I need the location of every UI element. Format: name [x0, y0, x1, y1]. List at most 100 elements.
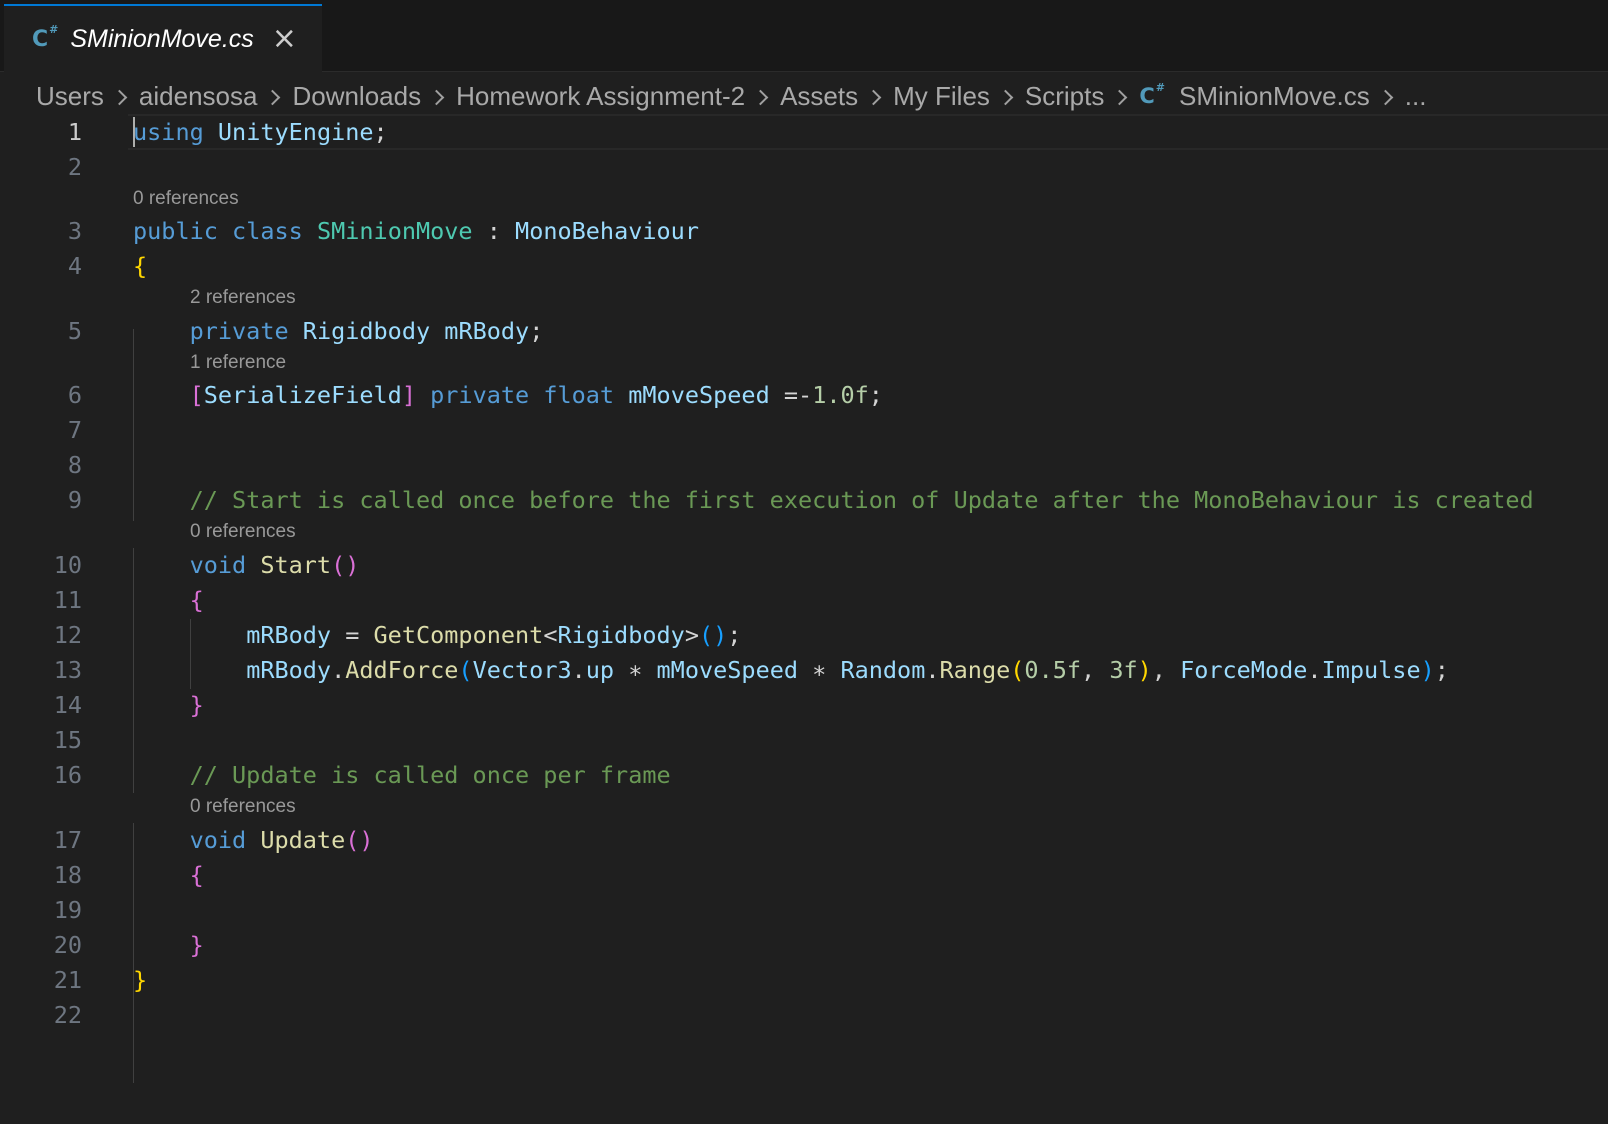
code-token: Random — [840, 656, 926, 684]
line-number: 14 — [53, 691, 82, 719]
line-code: void Update() — [133, 822, 374, 858]
line-code: mRBody = GetComponent<Rigidbody>(); — [133, 617, 741, 653]
code-token: ForceMode — [1180, 656, 1308, 684]
code-token: } — [133, 966, 148, 994]
code-token: ; — [1434, 656, 1449, 684]
line-number: 8 — [67, 451, 82, 479]
code-line: 5 private Rigidbody mRBody; — [0, 313, 1608, 349]
line-code: } — [133, 927, 204, 963]
line-number: 6 — [67, 381, 82, 409]
code-token: // Start is called once before the first… — [189, 486, 1534, 514]
code-token: ] — [401, 381, 416, 409]
code-token: UnityEngine — [217, 118, 374, 146]
breadcrumb-item-file[interactable]: SMinionMove.cs — [1179, 81, 1370, 112]
breadcrumb-item-downloads[interactable]: Downloads — [292, 81, 421, 112]
line-code: { — [133, 857, 204, 893]
close-icon[interactable]: × — [272, 24, 297, 54]
code-token: MonoBehaviour — [515, 217, 699, 245]
code-token: SerializeField — [203, 381, 402, 409]
breadcrumb-more[interactable]: ... — [1405, 81, 1427, 112]
code-token: () — [331, 551, 360, 579]
line-number: 21 — [53, 966, 82, 994]
line-number: 20 — [53, 931, 82, 959]
breadcrumb-item-aidensosa[interactable]: aidensosa — [139, 81, 258, 112]
code-line: 17 void Update() — [0, 822, 1608, 858]
code-token: 3f — [1109, 656, 1138, 684]
code-token: ; — [373, 118, 388, 146]
breadcrumb-item-my-files[interactable]: My Files — [893, 81, 990, 112]
code-token: Impulse — [1321, 656, 1421, 684]
code-line: 1 using UnityEngine; — [0, 114, 1608, 150]
breadcrumb-item-assets[interactable]: Assets — [780, 81, 858, 112]
breadcrumb-item-homework-assignment-2[interactable]: Homework Assignment-2 — [456, 81, 745, 112]
code-token: , — [1081, 656, 1110, 684]
line-number: 16 — [53, 761, 82, 789]
code-line: 7 — [0, 412, 1608, 448]
tab-sminionmove-cs[interactable]: C# SMinionMove.cs × — [4, 4, 322, 72]
line-number: 1 — [67, 118, 82, 146]
code-token: < — [543, 621, 558, 649]
code-line: 16 // Update is called once per frame — [0, 757, 1608, 793]
code-token: AddForce — [345, 656, 459, 684]
line-number: 18 — [53, 861, 82, 889]
code-token: () — [345, 826, 374, 854]
line-number: 17 — [53, 826, 82, 854]
line-number: 11 — [53, 586, 82, 614]
line-number: 3 — [67, 217, 82, 245]
code-line: 18 { — [0, 857, 1608, 893]
breadcrumb-item-scripts[interactable]: Scripts — [1025, 81, 1104, 112]
code-token: 0.5f — [1024, 656, 1082, 684]
code-token: private — [189, 317, 289, 345]
code-line: 15 — [0, 722, 1608, 758]
chevron-right-icon — [111, 89, 128, 105]
line-code: { — [133, 248, 147, 284]
code-token: { — [189, 861, 204, 889]
code-token: } — [189, 691, 204, 719]
code-token: float — [543, 381, 615, 409]
code-token: Rigidbody — [557, 621, 685, 649]
code-editor[interactable]: 0 references 2 references 1 reference 0 … — [0, 114, 1608, 1124]
code-lens-references[interactable]: 1 reference — [190, 351, 286, 375]
csharp-file-icon: C# — [1139, 81, 1166, 108]
code-token: > — [684, 621, 699, 649]
code-line: 2 — [0, 149, 1608, 185]
chevron-right-icon — [997, 89, 1014, 105]
line-code: private Rigidbody mRBody; — [133, 313, 544, 349]
code-token: . — [1307, 656, 1322, 684]
code-token: =- — [769, 381, 813, 409]
code-token: = — [331, 621, 374, 649]
line-number: 10 — [53, 551, 82, 579]
line-code: [SerializeField] private float mMoveSpee… — [133, 377, 883, 413]
code-token: ; — [868, 381, 883, 409]
code-lens-references[interactable]: 0 references — [133, 187, 239, 211]
code-token: private — [430, 381, 530, 409]
chevron-right-icon — [865, 89, 882, 105]
line-code: using UnityEngine; — [133, 114, 388, 150]
code-token: : — [472, 217, 516, 245]
code-token: mMoveSpeed — [656, 656, 799, 684]
code-token: using — [133, 118, 204, 146]
line-code: mRBody.AddForce(Vector3.up ∗ mMoveSpeed … — [133, 652, 1449, 688]
breadcrumb-item-users[interactable]: Users — [36, 81, 104, 112]
code-token: Range — [939, 656, 1011, 684]
code-token: up — [585, 656, 615, 684]
line-code: public class SMinionMove : MonoBehaviour — [133, 213, 699, 249]
code-token: } — [189, 931, 204, 959]
code-lens-references[interactable]: 0 references — [190, 520, 296, 544]
code-line: 14 } — [0, 687, 1608, 723]
code-lens-references[interactable]: 2 references — [190, 286, 296, 310]
code-lens-references[interactable]: 0 references — [190, 795, 296, 819]
code-token: SMinionMove — [316, 217, 473, 245]
line-code: // Update is called once per frame — [133, 757, 671, 793]
code-line: 6 [SerializeField] private float mMoveSp… — [0, 377, 1608, 413]
chevron-right-icon — [1377, 89, 1394, 105]
